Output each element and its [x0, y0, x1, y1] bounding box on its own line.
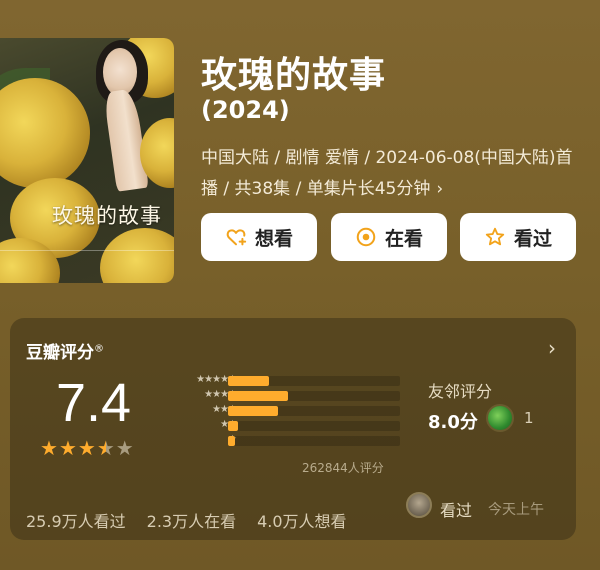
rating-section-title: 豆瓣评分® — [26, 338, 104, 363]
watched-count[interactable]: 25.9万人看过 — [26, 512, 126, 531]
distribution-bar-fill — [228, 391, 289, 401]
star-icon: ★ — [115, 436, 134, 460]
distribution-bar-fill — [228, 421, 239, 431]
star-icon: ★ — [40, 436, 58, 460]
rose-decoration — [0, 78, 90, 188]
latest-activity-action: 看过 — [440, 501, 473, 520]
watching-count[interactable]: 2.3万人在看 — [147, 512, 236, 531]
distribution-row: ★★★★ — [158, 389, 418, 404]
distribution-row: ★★★★★ — [158, 374, 418, 389]
friends-rating-label[interactable]: 友邻评分 — [428, 378, 492, 402]
actress-face — [103, 48, 137, 96]
chevron-right-icon: › — [436, 179, 444, 199]
rating-card[interactable]: 豆瓣评分® › 7.4 ★★★★★ ★★★★★★★★★★★★★★★ 262844… — [10, 318, 576, 540]
registered-mark: ® — [94, 343, 104, 355]
friend-avatar[interactable] — [486, 404, 514, 432]
want-to-watch-button[interactable]: 想看 — [201, 213, 317, 261]
distribution-bar-track — [228, 376, 400, 386]
distribution-bar-track — [228, 436, 400, 446]
avatar[interactable] — [406, 492, 432, 518]
movie-meta[interactable]: 中国大陆 / 剧情 爱情 / 2024-06-08(中国大陆)首播 / 共38集… — [201, 143, 581, 205]
want-count[interactable]: 4.0万人想看 — [257, 512, 346, 531]
distribution-row: ★★★ — [158, 404, 418, 419]
heart-plus-icon — [226, 229, 247, 246]
target-circle-icon — [356, 227, 376, 247]
latest-activity-time: 今天上午 — [488, 502, 544, 518]
want-to-watch-label: 想看 — [254, 227, 293, 250]
release-year: (2024) — [201, 96, 290, 124]
star-outline-icon — [485, 227, 505, 246]
distribution-bar-track — [228, 406, 400, 416]
distribution-bar-fill — [228, 406, 278, 416]
distribution-row: ★ — [158, 434, 418, 449]
watching-label: 在看 — [384, 227, 423, 250]
rose-decoration — [100, 228, 174, 283]
poster-title: 玫瑰的故事 — [52, 204, 162, 228]
rating-title-text: 豆瓣评分 — [26, 343, 94, 363]
rating-count: 262844人评分 — [302, 461, 384, 475]
distribution-bar-fill — [228, 376, 270, 386]
distribution-bar-track — [228, 421, 400, 431]
star-icon: ★ — [96, 436, 115, 460]
star-icon: ★ — [77, 436, 96, 460]
watched-button[interactable]: 看过 — [460, 213, 576, 261]
rating-score: 7.4 — [56, 373, 132, 433]
watch-stats: 25.9万人看过 2.3万人在看 4.0万人想看 — [26, 508, 368, 532]
distribution-bar-track — [228, 391, 400, 401]
rating-stars: ★ ★ ★ ★ ★ — [40, 438, 134, 458]
movie-meta-text: 中国大陆 / 剧情 爱情 / 2024-06-08(中国大陆)首播 / 共38集… — [201, 148, 573, 199]
chevron-right-icon[interactable]: › — [548, 336, 556, 360]
star-icon: ★ — [58, 436, 77, 460]
page-title: 玫瑰的故事 — [201, 55, 387, 96]
distribution-bar-fill — [228, 436, 235, 446]
rating-distribution: ★★★★★★★★★★★★★★★ — [158, 374, 418, 449]
friends-rating-score: 8.0分 — [428, 412, 478, 433]
watched-label: 看过 — [513, 227, 552, 250]
watching-button[interactable]: 在看 — [331, 213, 447, 261]
friends-rating-count: 1 — [524, 409, 534, 427]
distribution-row: ★★ — [158, 419, 418, 434]
poster-image[interactable]: 玫瑰的故事 — [0, 38, 174, 283]
poster-divider — [0, 250, 174, 251]
